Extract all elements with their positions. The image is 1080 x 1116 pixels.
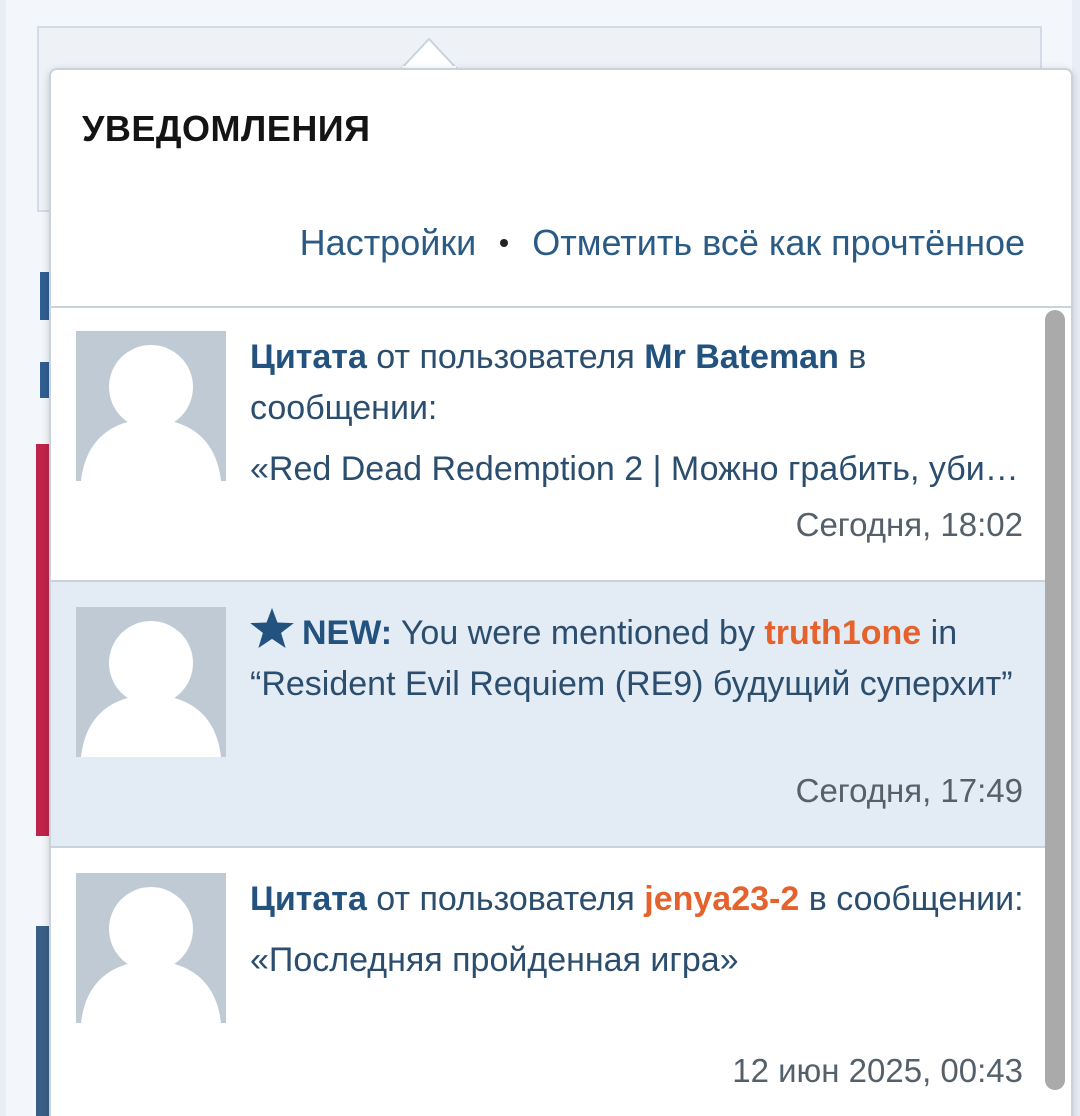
notifications-list: Цитата от пользователя Mr Bateman в сооб… — [51, 306, 1051, 1116]
notification-type: Цитата — [250, 338, 367, 376]
post-snippet-link[interactable]: «Red Dead Redemption 2 | Можно грабить, … — [250, 444, 1025, 495]
background-strip — [36, 926, 50, 1116]
default-avatar-icon[interactable] — [76, 607, 226, 757]
notification-content: NEW: You were mentioned by truth1one in … — [250, 608, 1040, 710]
header-links: Настройки Отметить всё как прочтённое — [300, 222, 1025, 264]
notification-time: Сегодня, 18:02 — [795, 506, 1023, 543]
notification-time: Сегодня, 17:49 — [795, 772, 1023, 809]
notification-item[interactable]: Цитата от пользователя Mr Bateman в сооб… — [51, 306, 1051, 582]
notifications-popup: УВЕДОМЛЕНИЯ Настройки Отметить всё как п… — [49, 68, 1073, 1116]
default-avatar-icon[interactable] — [76, 873, 226, 1023]
notification-type: Цитата — [250, 880, 367, 918]
notification-text: You were mentioned by — [392, 614, 765, 652]
username-link[interactable]: truth1one — [764, 614, 921, 652]
scrollbar[interactable] — [1045, 310, 1065, 1090]
notification-type: NEW: — [302, 614, 393, 652]
separator-dot — [500, 239, 509, 247]
post-snippet-link[interactable]: «Последняя пройденная игра» — [250, 935, 1025, 986]
notification-item[interactable]: Цитата от пользователя jenya23-2 в сообщ… — [51, 848, 1051, 1116]
default-avatar-icon[interactable] — [76, 331, 226, 481]
notification-text: от пользователя — [366, 880, 645, 918]
popup-arrow — [400, 38, 458, 70]
settings-link[interactable]: Настройки — [300, 222, 477, 264]
notification-time: 12 июн 2025, 00:43 — [732, 1052, 1023, 1089]
notification-text: от пользователя — [366, 338, 645, 376]
popup-title: УВЕДОМЛЕНИЯ — [82, 108, 371, 149]
notification-content: Цитата от пользователя jenya23-2 в сообщ… — [250, 874, 1040, 986]
popup-header: УВЕДОМЛЕНИЯ Настройки Отметить всё как п… — [51, 70, 1071, 308]
username-link[interactable]: jenya23-2 — [644, 880, 799, 918]
star-icon — [250, 608, 294, 648]
notification-content: Цитата от пользователя Mr Bateman в сооб… — [250, 332, 1040, 495]
notification-text: в сообщении: — [799, 880, 1024, 918]
mark-all-read-link[interactable]: Отметить всё как прочтённое — [532, 222, 1025, 264]
background-strip — [36, 444, 50, 836]
notification-item[interactable]: NEW: You were mentioned by truth1one in … — [51, 582, 1051, 848]
username-link[interactable]: Mr Bateman — [644, 338, 839, 376]
